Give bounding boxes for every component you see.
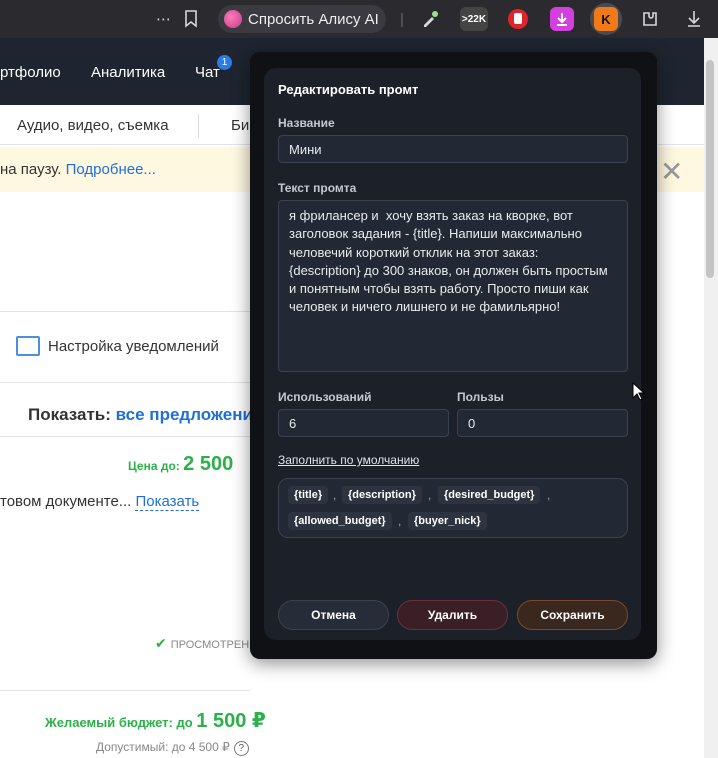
variable-separator: , (398, 514, 402, 528)
viewed-label: ПРОСМОТРЕН (170, 639, 250, 651)
price-value: 2 500 (183, 453, 234, 475)
cancel-button[interactable]: Отмена (278, 600, 389, 630)
allowed-text: Допустимый: до 4 500 ₽ (96, 740, 230, 754)
budget-value: 1 500 ₽ (196, 710, 266, 732)
notice-message: на паузу. (0, 161, 62, 178)
scrollbar-thumb[interactable] (706, 60, 714, 278)
category-divider (198, 114, 199, 138)
alisa-label: Спросить Алису AI (248, 10, 379, 28)
variable-chip[interactable]: {title} (288, 486, 329, 504)
mouse-cursor-icon (632, 382, 646, 401)
alisa-button[interactable]: Спросить Алису AI (218, 5, 386, 33)
doc-text: товом документе... Показать (0, 493, 200, 511)
ext-stop-icon[interactable] (506, 7, 530, 31)
prompt-label: Текст промта (278, 181, 357, 195)
check-icon: ✔ (155, 635, 167, 651)
notice-text: на паузу. Подробнее... (0, 161, 156, 178)
budget-info: Желаемый бюджет: до 1 500 ₽ (45, 708, 266, 733)
chat-badge: 1 (217, 55, 232, 70)
close-icon[interactable]: ✕ (660, 155, 683, 188)
variable-separator: , (333, 488, 337, 502)
benefit-input[interactable]: 0 (457, 409, 628, 437)
variable-separator: , (428, 488, 432, 502)
show-label: Показать: (28, 405, 111, 424)
notify-label: Настройка уведомлений (48, 337, 219, 355)
name-input[interactable]: Мини (278, 135, 628, 163)
ext-counter-icon[interactable]: >22K (460, 7, 488, 31)
help-icon[interactable]: ? (233, 741, 249, 756)
prompt-textarea[interactable]: я фрилансер и хочу взять заказ на кворке… (278, 200, 628, 372)
more-icon[interactable]: ⋯ (156, 8, 171, 30)
benefit-label: Пользы (457, 390, 504, 404)
notice-link[interactable]: Подробнее... (66, 161, 156, 178)
ext-kwork-icon[interactable]: K (594, 7, 618, 31)
notify-settings[interactable]: Настройка уведомлений (16, 336, 219, 356)
nav-chat[interactable]: Чат (195, 64, 220, 81)
toolbar-divider: | (400, 10, 404, 28)
bookmark-icon[interactable] (184, 8, 198, 30)
doc-snippet: товом документе... (0, 493, 132, 510)
variable-separator: , (547, 488, 551, 502)
eyedropper-icon[interactable] (420, 8, 440, 30)
uses-label: Использований (278, 390, 372, 404)
price-label: Цена до: (128, 459, 180, 473)
budget-label: Желаемый бюджет: до (45, 715, 193, 730)
viewed-status: ✔ ПРОСМОТРЕН (155, 635, 249, 652)
divider (0, 311, 250, 312)
fill-default-link[interactable]: Заполнить по умолчанию (278, 453, 419, 467)
extensions-puzzle-icon[interactable] (640, 8, 660, 30)
category-business[interactable]: Би (231, 117, 249, 134)
variable-chip[interactable]: {allowed_budget} (288, 512, 392, 530)
divider (0, 436, 250, 437)
divider (0, 690, 250, 691)
variable-chip[interactable]: {description} (342, 486, 422, 504)
show-filter: Показать: все предложения (28, 405, 263, 425)
delete-button[interactable]: Удалить (397, 600, 508, 630)
variable-chip[interactable]: {buyer_nick} (408, 512, 487, 530)
browser-toolbar: ⋯ Спросить Алису AI | >22K K (0, 0, 718, 38)
category-audio-video[interactable]: Аудио, видео, съемка (17, 117, 169, 134)
nav-analytics[interactable]: Аналитика (91, 64, 165, 81)
nav-portfolio[interactable]: ртфолио (0, 64, 61, 81)
uses-input[interactable]: 6 (278, 409, 449, 437)
price-info: Цена до: 2 500 (128, 453, 233, 476)
name-label: Название (278, 116, 335, 130)
variable-chip[interactable]: {desired_budget} (438, 486, 541, 504)
downloads-icon[interactable] (686, 8, 702, 30)
envelope-icon (16, 336, 40, 356)
alisa-logo-icon (224, 10, 242, 28)
ext-download-icon[interactable] (550, 7, 574, 31)
show-dropdown[interactable]: все предложения (116, 405, 263, 424)
modal-title: Редактировать промт (278, 82, 419, 97)
show-more-link[interactable]: Показать (135, 493, 200, 511)
save-button[interactable]: Сохранить (517, 600, 628, 630)
divider (0, 382, 250, 383)
allowed-budget: Допустимый: до 4 500 ₽? (96, 740, 249, 756)
